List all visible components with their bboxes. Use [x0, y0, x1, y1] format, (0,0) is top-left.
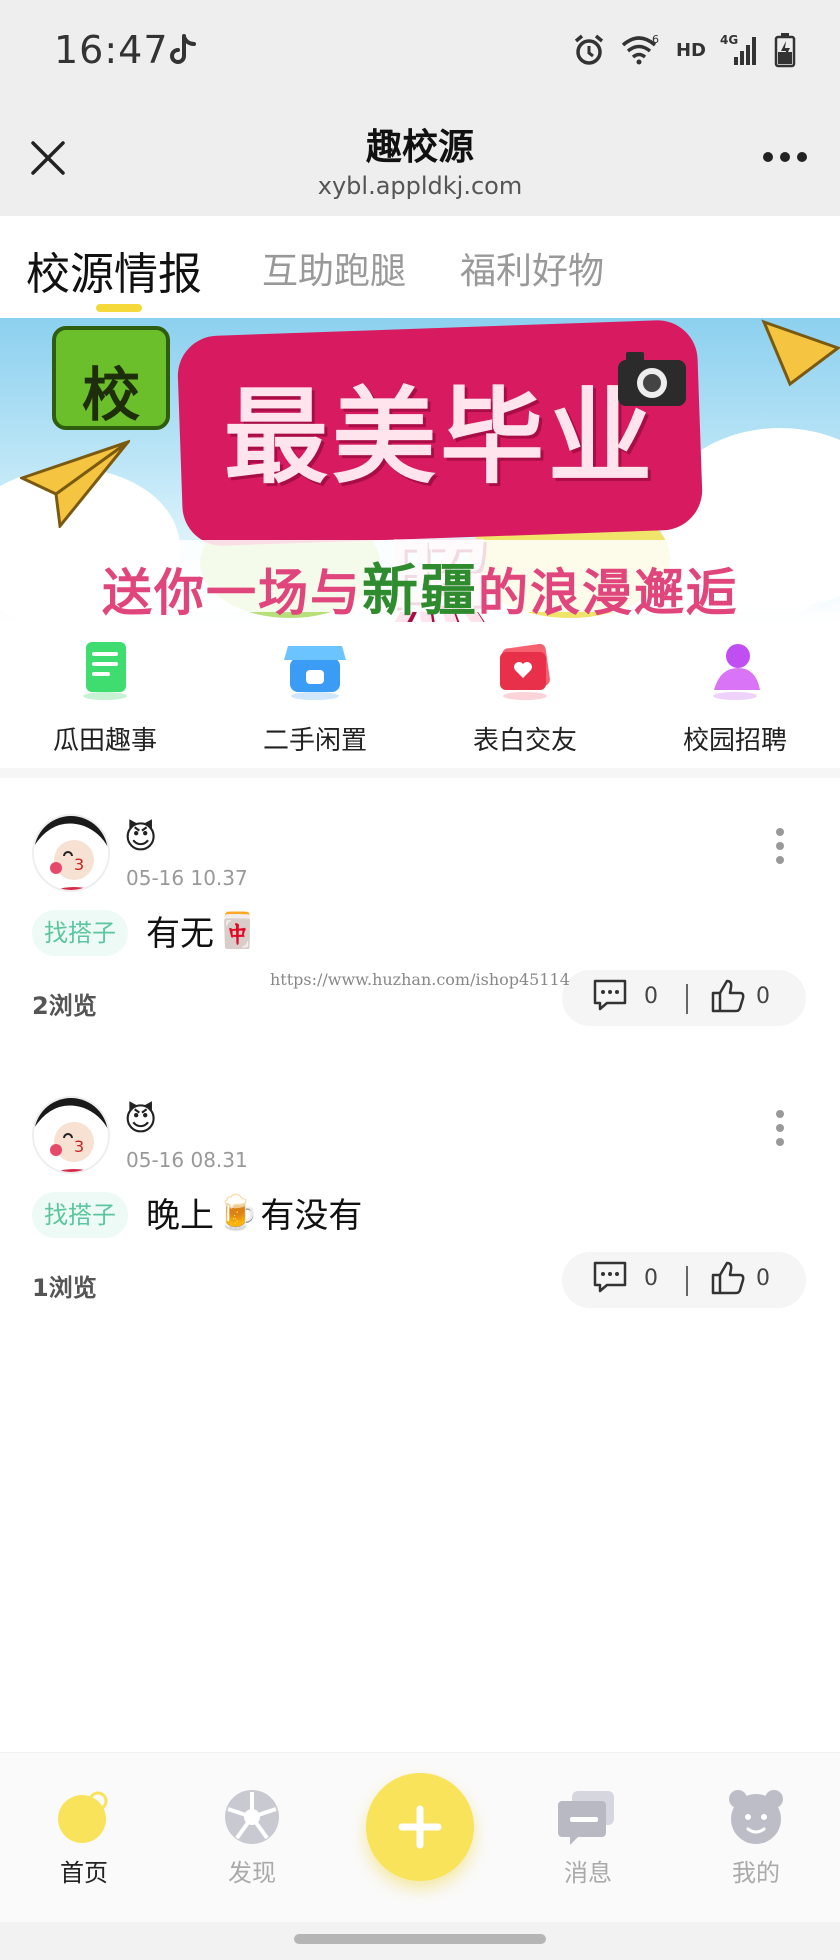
more-vertical-icon[interactable] — [772, 1108, 788, 1148]
banner-logo: 校 — [52, 326, 170, 430]
tab-indicator — [96, 304, 142, 312]
status-time: 16:47 — [54, 28, 169, 72]
post-views: 1浏览 — [32, 1274, 97, 1302]
quick-menu: 瓜田趣事 二手闲置 表白交友 校园招聘 — [0, 622, 840, 768]
nav-label: 首页 — [60, 1859, 108, 1887]
post-date: 05-16 10.37 — [126, 866, 248, 890]
post-actions: 0 0 — [562, 970, 806, 1026]
menu-item-confession[interactable]: 表白交友 — [420, 638, 630, 757]
menu-label: 二手闲置 — [262, 726, 367, 756]
bottom-nav: 首页 发现 消息 我的 — [0, 1752, 840, 1922]
post-date: 05-16 08.31 — [126, 1148, 248, 1172]
home-icon — [58, 1791, 108, 1843]
person-icon — [713, 644, 760, 700]
post-text-emoji: 🍺 — [216, 1192, 259, 1233]
shop-icon — [284, 646, 346, 700]
nav-item-messages[interactable]: 消息 — [518, 1787, 658, 1888]
menu-label: 表白交友 — [472, 726, 577, 756]
svg-text:4G: 4G — [720, 33, 738, 47]
tab-welfare[interactable]: 福利好物 — [460, 242, 604, 294]
menu-label: 校园招聘 — [682, 726, 787, 756]
post-tag[interactable]: 找搭子 — [32, 1192, 128, 1238]
avatar[interactable]: 3 — [32, 1096, 110, 1174]
post-text-part: 有没有 — [260, 1196, 363, 1236]
svg-text:3: 3 — [74, 1137, 84, 1156]
banner-subtitle: 送你一场与新疆的浪漫邂逅 — [40, 546, 800, 622]
category-tabs: 校源情报 互助跑腿 福利好物 — [0, 216, 840, 318]
user-emoji: 😈 — [124, 1100, 158, 1138]
plus-icon — [398, 1805, 442, 1849]
like-icon[interactable] — [710, 1260, 746, 1296]
alarm-icon — [574, 34, 604, 65]
nav-label: 消息 — [564, 1859, 612, 1887]
pill-separator — [686, 984, 688, 1014]
post-text-emoji: 🀄 — [216, 910, 259, 951]
nav-item-home[interactable]: 首页 — [14, 1787, 154, 1888]
home-indicator[interactable] — [294, 1934, 546, 1944]
post-text: 有无 🀄 — [146, 906, 258, 955]
like-count: 0 — [756, 1266, 770, 1291]
comment-icon[interactable] — [592, 978, 628, 1012]
comment-icon[interactable] — [592, 1260, 628, 1294]
message-icon — [558, 1791, 614, 1845]
add-post-button[interactable] — [366, 1773, 474, 1881]
page-title: 趣校源 — [365, 127, 474, 168]
post-tag[interactable]: 找搭子 — [32, 910, 128, 956]
battery-icon — [774, 33, 796, 68]
banner-subtitle-part: 送你一场与 — [102, 564, 362, 622]
paper-plane-icon — [761, 319, 840, 387]
nav-item-profile[interactable]: 我的 — [686, 1787, 826, 1888]
menu-item-gossip[interactable]: 瓜田趣事 — [0, 638, 210, 757]
banner-logo-text: 校 — [81, 361, 140, 429]
system-nav-bar — [0, 1922, 840, 1960]
hd-label: HD — [675, 39, 706, 61]
tab-intel[interactable]: 校源情报 — [26, 238, 202, 302]
banner-subtitle-highlight: 新疆 — [362, 559, 478, 622]
title-bar: 趣校源 xybl.appldkj.com — [0, 104, 840, 216]
status-bar: 16:47 6 HD 4G — [0, 0, 840, 104]
love-letter-icon — [500, 643, 550, 700]
wifi-icon: 6 — [621, 33, 659, 65]
tab-errands[interactable]: 互助跑腿 — [262, 242, 406, 294]
comment-count: 0 — [644, 1266, 658, 1291]
banner-subtitle-part: 的浪漫邂逅 — [478, 564, 738, 622]
status-icons: 6 HD 4G — [572, 30, 796, 70]
comment-count: 0 — [644, 984, 658, 1009]
pill-separator — [686, 1266, 688, 1296]
menu-item-secondhand[interactable]: 二手闲置 — [210, 638, 420, 757]
profile-icon — [729, 1790, 783, 1844]
promo-banner[interactable]: 最美毕业照 校 送你一场与新疆的浪漫邂逅 — [0, 318, 840, 622]
svg-text:6: 6 — [652, 33, 659, 46]
post-text-part: 有无 — [146, 914, 214, 954]
user-emoji: 😈 — [124, 818, 158, 856]
avatar-image: 3 — [34, 1098, 108, 1172]
avatar[interactable]: 3 — [32, 814, 110, 892]
post-card[interactable]: 3 😈 05-16 08.31 找搭子 晚上 🍺 有没有 1浏览 0 0 — [0, 1060, 840, 1310]
nav-label: 发现 — [228, 1859, 276, 1887]
more-icon[interactable] — [762, 150, 808, 164]
section-divider — [0, 768, 840, 778]
menu-label: 瓜田趣事 — [52, 726, 157, 756]
menu-item-jobs[interactable]: 校园招聘 — [630, 638, 840, 757]
post-actions: 0 0 — [562, 1252, 806, 1308]
more-vertical-icon[interactable] — [772, 826, 788, 866]
post-text-part: 晚上 — [146, 1196, 214, 1236]
paper-plane-icon — [20, 439, 130, 528]
discover-icon — [225, 1790, 279, 1844]
like-icon[interactable] — [710, 978, 746, 1014]
watermark: https://www.huzhan.com/ishop45114 — [270, 970, 570, 989]
avatar-image: 3 — [34, 816, 108, 890]
like-count: 0 — [756, 984, 770, 1009]
signal-icon: 4G — [720, 33, 756, 65]
post-text: 晚上 🍺 有没有 — [146, 1188, 362, 1237]
svg-text:3: 3 — [74, 855, 84, 874]
camera-icon — [618, 352, 686, 406]
page-url: xybl.appldkj.com — [317, 172, 523, 200]
scroll-icon — [83, 642, 127, 700]
post-card[interactable]: 3 😈 05-16 10.37 找搭子 有无 🀄 2浏览 0 0 — [0, 778, 840, 1028]
nav-label: 我的 — [732, 1859, 780, 1887]
post-views: 2浏览 — [32, 992, 97, 1020]
tiktok-icon — [170, 34, 196, 64]
nav-item-discover[interactable]: 发现 — [182, 1787, 322, 1888]
